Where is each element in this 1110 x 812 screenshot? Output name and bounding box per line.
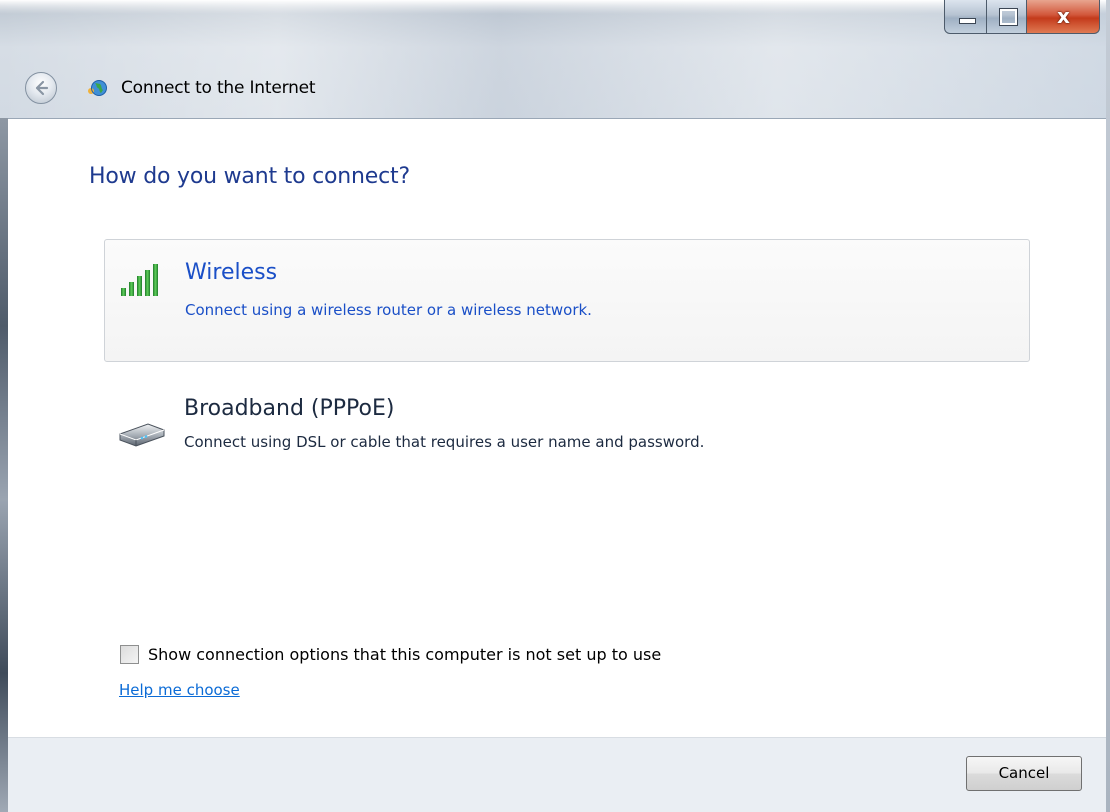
broadband-option[interactable]: Broadband (PPPoE) Connect using DSL or c… — [104, 389, 1030, 479]
broadband-option-description: Connect using DSL or cable that requires… — [184, 433, 705, 451]
wireless-option-title: Wireless — [185, 260, 278, 285]
close-button[interactable]: x — [1027, 0, 1100, 34]
maximize-button[interactable] — [987, 0, 1027, 34]
caption-buttons: x — [944, 0, 1100, 36]
close-icon: x — [1057, 4, 1070, 28]
minimize-button[interactable] — [944, 0, 987, 34]
window-title: Connect to the Internet — [121, 78, 316, 98]
broadband-option-title: Broadband (PPPoE) — [184, 396, 395, 421]
back-arrow-icon — [35, 80, 49, 96]
wireless-signal-icon — [121, 264, 158, 296]
content-panel: How do you want to connect? Wireless Con… — [8, 118, 1106, 738]
connect-to-internet-window: x Connect to the Internet How do you wan… — [0, 0, 1110, 812]
wireless-option-description: Connect using a wireless router or a wir… — [185, 301, 592, 319]
minimize-icon — [959, 18, 976, 24]
window-right-border — [1106, 0, 1110, 812]
modem-icon — [119, 423, 165, 447]
footer-bar: Cancel — [8, 737, 1106, 812]
window-left-border — [0, 118, 8, 812]
show-options-row: Show connection options that this comput… — [120, 645, 661, 664]
show-options-checkbox[interactable] — [120, 645, 139, 664]
maximize-icon — [999, 8, 1018, 26]
back-button[interactable] — [25, 72, 57, 104]
cancel-button[interactable]: Cancel — [966, 756, 1082, 791]
help-me-choose-link[interactable]: Help me choose — [119, 681, 240, 699]
page-heading: How do you want to connect? — [89, 164, 410, 189]
wireless-option[interactable]: Wireless Connect using a wireless router… — [104, 239, 1030, 362]
show-options-label[interactable]: Show connection options that this comput… — [148, 645, 661, 664]
network-globe-icon — [88, 80, 107, 96]
